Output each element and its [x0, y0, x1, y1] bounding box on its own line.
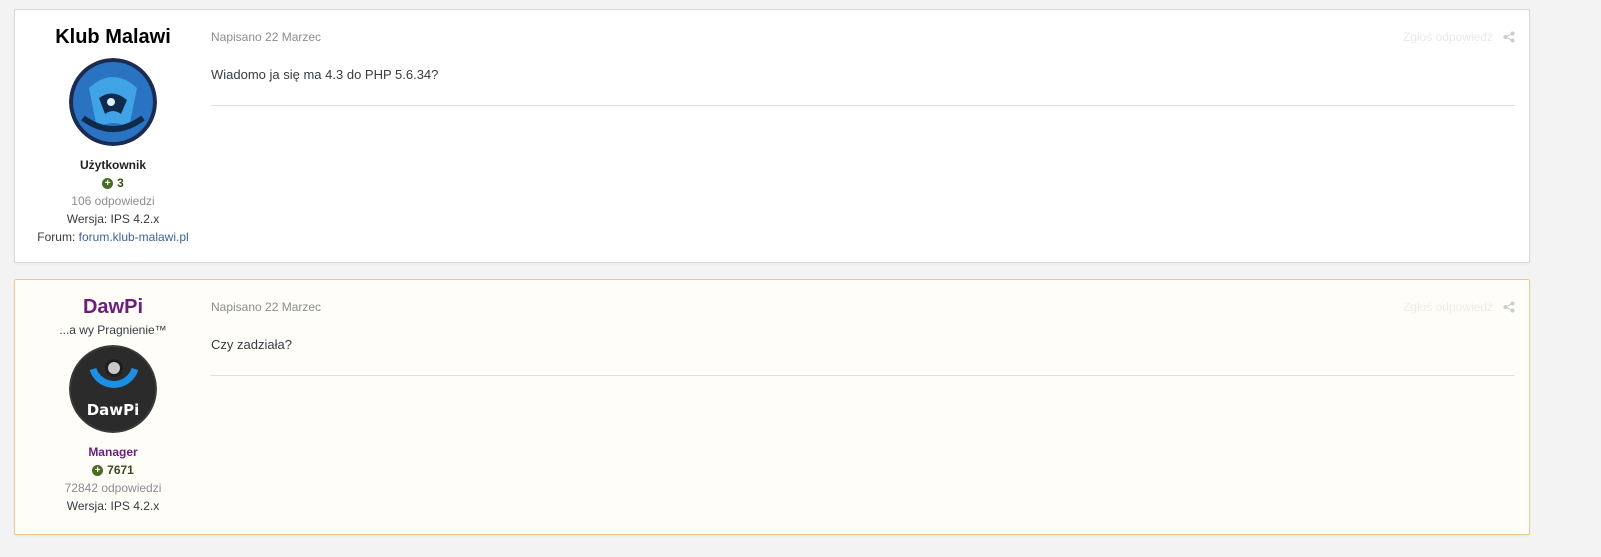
- forum-field: Forum: forum.klub-malawi.pl: [15, 230, 211, 244]
- answer-count: 106 odpowiedzi: [71, 194, 155, 208]
- post-date[interactable]: Napisano 22 Marzec: [211, 300, 321, 314]
- divider: [211, 375, 1515, 376]
- post-tools: Zgłoś odpowiedź: [1403, 300, 1515, 314]
- reputation-value: 7671: [107, 463, 134, 477]
- post-highlighted: DawPi ...a wy Pragnienie™ DawPi Manager …: [14, 279, 1530, 535]
- forum-link[interactable]: forum.klub-malawi.pl: [79, 230, 189, 244]
- avatar[interactable]: DawPi: [69, 345, 157, 433]
- post: Klub Malawi Użytkownik + 3 106 odpowiedz…: [14, 9, 1530, 263]
- divider: [211, 105, 1515, 106]
- author-name[interactable]: DawPi: [15, 296, 211, 318]
- share-icon[interactable]: [1503, 301, 1515, 313]
- avatar[interactable]: [69, 58, 157, 146]
- plus-circle-icon: +: [102, 177, 114, 189]
- reputation-value: 3: [117, 176, 124, 190]
- forum-label: Forum:: [37, 230, 76, 244]
- share-icon[interactable]: [1503, 31, 1515, 43]
- report-link[interactable]: Zgłoś odpowiedź: [1403, 30, 1493, 44]
- answer-count: 72842 odpowiedzi: [64, 481, 162, 495]
- plus-circle-icon: +: [92, 464, 104, 476]
- post-body: Czy zadziała?: [211, 337, 292, 352]
- user-group: Użytkownik: [79, 158, 146, 172]
- post-tools: Zgłoś odpowiedź: [1403, 30, 1515, 44]
- user-group: Manager: [88, 445, 138, 459]
- author-panel: DawPi ...a wy Pragnienie™ DawPi Manager …: [15, 280, 211, 513]
- version-field: Wersja: IPS 4.2.x: [66, 212, 160, 226]
- author-panel: Klub Malawi Użytkownik + 3 106 odpowiedz…: [15, 10, 211, 244]
- version-field: Wersja: IPS 4.2.x: [66, 499, 160, 513]
- report-link[interactable]: Zgłoś odpowiedź: [1403, 300, 1493, 314]
- post-body: Wiadomo ja się ma 4.3 do PHP 5.6.34?: [211, 67, 439, 82]
- reputation: + 7671: [15, 463, 211, 477]
- post-date[interactable]: Napisano 22 Marzec: [211, 30, 321, 44]
- author-title: ...a wy Pragnienie™: [59, 323, 167, 337]
- author-name[interactable]: Klub Malawi: [15, 26, 211, 48]
- avatar-label: DawPi: [87, 401, 140, 419]
- reputation: + 3: [15, 176, 211, 190]
